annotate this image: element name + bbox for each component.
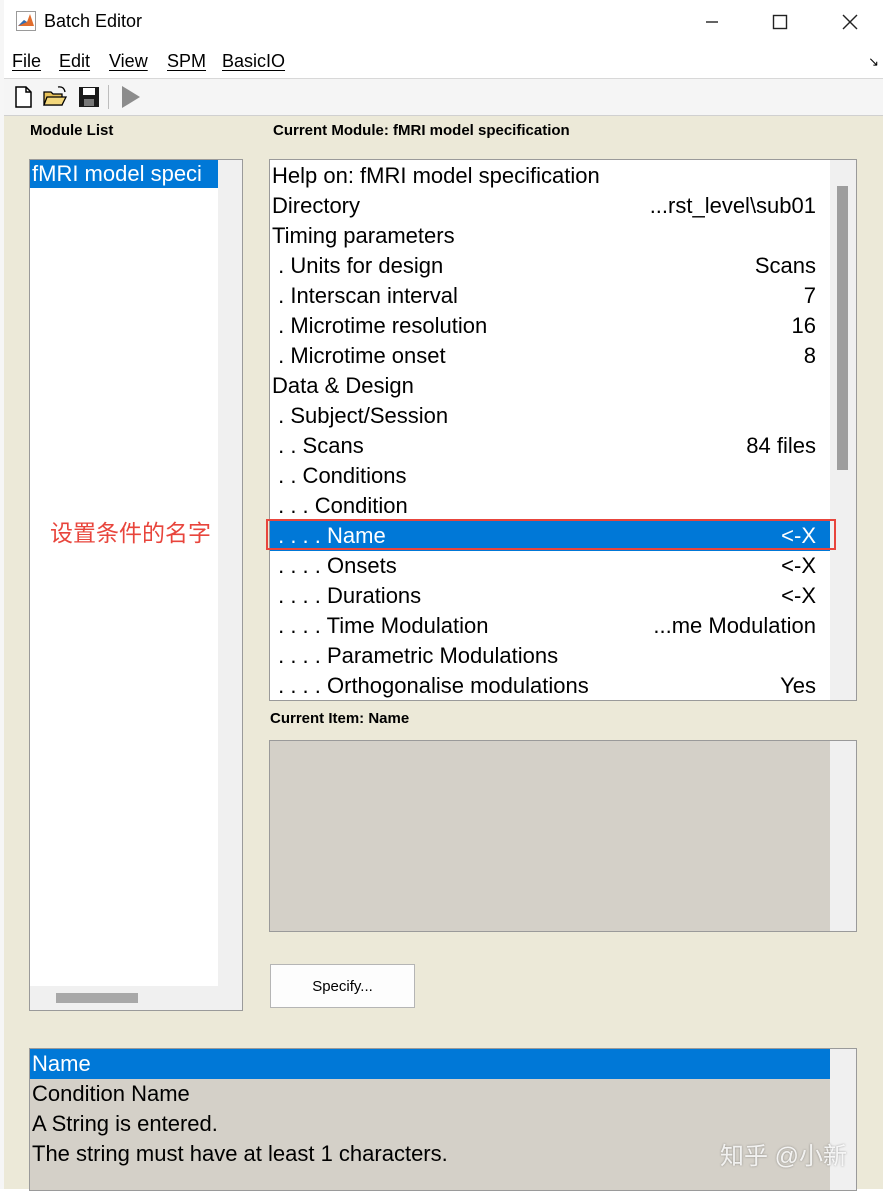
module-list-item[interactable]: fMRI model speci xyxy=(30,160,218,188)
menu-overflow-arrow-icon[interactable]: ↘ xyxy=(868,54,879,70)
minimize-button[interactable] xyxy=(684,4,740,40)
annotation-text: 设置条件的名字 xyxy=(50,520,211,546)
help-line: A String is entered. xyxy=(32,1111,218,1136)
module-list-vscroll[interactable] xyxy=(218,160,242,986)
module-list-hscroll-thumb[interactable] xyxy=(56,993,138,1003)
module-row[interactable]: Help on: fMRI model specification xyxy=(270,161,830,191)
module-row-label: . Interscan interval xyxy=(272,283,458,308)
minimize-icon xyxy=(706,21,718,23)
module-row[interactable]: . . . . Orthogonalise modulations Yes xyxy=(270,671,830,700)
module-row-label: Timing parameters xyxy=(272,223,455,248)
module-row-label: . . Conditions xyxy=(272,463,407,488)
module-row-label: . Microtime onset xyxy=(272,343,446,368)
new-file-icon[interactable] xyxy=(10,84,36,110)
module-row-label: . . . . Time Modulation xyxy=(272,613,489,638)
module-row-label: . . Scans xyxy=(272,433,364,458)
module-list[interactable]: fMRI model speci xyxy=(29,159,243,1011)
module-row[interactable]: . Units for design Scans xyxy=(270,251,830,281)
window-title: Batch Editor xyxy=(44,11,143,31)
current-item-vscroll[interactable] xyxy=(830,741,856,931)
maximize-icon xyxy=(772,14,788,30)
menu-file[interactable]: File xyxy=(12,51,41,72)
module-row-label: . Subject/Session xyxy=(272,403,449,428)
help-line: Condition Name xyxy=(32,1081,190,1106)
module-row[interactable]: . . . . Parametric Modulations xyxy=(270,641,830,671)
module-row[interactable]: Data & Design xyxy=(270,371,830,401)
module-row[interactable]: Timing parameters xyxy=(270,221,830,251)
module-row-label: . . . . Durations xyxy=(272,583,422,608)
menu-view[interactable]: View xyxy=(109,51,148,72)
module-row[interactable]: . . . Condition xyxy=(270,491,830,521)
module-row-value: ...me Modulation xyxy=(653,613,816,638)
module-row[interactable]: Directory ...rst_level\sub01 xyxy=(270,191,830,221)
module-row[interactable]: . . Conditions xyxy=(270,461,830,491)
menu-edit[interactable]: Edit xyxy=(59,51,90,72)
annotation-highlight-box xyxy=(266,519,836,550)
close-button[interactable] xyxy=(822,4,878,40)
run-icon[interactable] xyxy=(117,84,143,110)
module-row[interactable]: . Subject/Session xyxy=(270,401,830,431)
save-icon[interactable] xyxy=(76,84,102,110)
module-row-label: Directory xyxy=(272,193,361,218)
module-row[interactable]: . . . . Onsets <-X xyxy=(270,551,830,581)
menu-bar: File Edit View SPM BasicIO ↘ xyxy=(4,44,883,79)
module-row-label: Help on: fMRI model specification xyxy=(272,163,600,188)
batch-editor-window: Batch Editor File Edit View SPM BasicIO … xyxy=(4,0,883,1189)
module-row[interactable]: . . . . Durations <-X xyxy=(270,581,830,611)
module-row-label: . . . Condition xyxy=(272,493,408,518)
module-row-value: ...rst_level\sub01 xyxy=(649,193,816,218)
close-icon xyxy=(842,14,858,30)
module-row-label: . Units for design xyxy=(272,253,444,278)
module-row-value: 16 xyxy=(791,313,816,338)
menu-basicio[interactable]: BasicIO xyxy=(222,51,285,72)
module-list-label: Module List xyxy=(30,122,114,139)
current-module-label: Current Module: fMRI model specification xyxy=(273,122,570,139)
module-row-value: Yes xyxy=(780,673,816,698)
current-item-label: Current Item: Name xyxy=(270,710,410,727)
module-row[interactable]: . Microtime resolution 16 xyxy=(270,311,830,341)
open-folder-icon[interactable] xyxy=(42,84,68,110)
current-module-list[interactable]: . . . . Orthogonalise modulations Yes . .… xyxy=(269,159,857,701)
module-row[interactable]: . Interscan interval 7 xyxy=(270,281,830,311)
module-row-value: 84 files xyxy=(746,433,816,458)
matlab-app-icon xyxy=(16,11,36,31)
maximize-button[interactable] xyxy=(752,4,808,40)
help-line: Name xyxy=(30,1049,832,1079)
toolbar xyxy=(4,79,883,116)
watermark: 知乎 @小新 xyxy=(720,1143,848,1170)
module-row-label: . . . . Onsets xyxy=(272,553,397,578)
module-row-value: <-X xyxy=(781,583,816,608)
module-row-value: 8 xyxy=(803,343,816,368)
module-row[interactable]: . . Scans 84 files xyxy=(270,431,830,461)
module-row-value: Scans xyxy=(754,253,816,278)
toolbar-separator xyxy=(108,85,109,109)
module-row-value: 7 xyxy=(803,283,816,308)
module-row-label: . . . . Parametric Modulations xyxy=(272,643,559,668)
module-row-value: <-X xyxy=(781,553,816,578)
menu-spm[interactable]: SPM xyxy=(167,51,206,72)
module-row[interactable]: . Microtime onset 8 xyxy=(270,341,830,371)
module-row[interactable]: . . . . Time Modulation ...me Modulation xyxy=(270,611,830,641)
batch-editor-panel: Module List Current Module: fMRI model s… xyxy=(4,116,883,1189)
module-row-label: . . . . Orthogonalise modulations xyxy=(272,673,589,698)
module-row-label: . Microtime resolution xyxy=(272,313,488,338)
current-item-panel xyxy=(269,740,857,932)
title-bar: Batch Editor xyxy=(4,0,883,44)
current-module-vscroll-thumb[interactable] xyxy=(837,186,848,470)
specify-button[interactable]: Specify... xyxy=(270,964,415,1008)
module-row-label: Data & Design xyxy=(272,373,414,398)
help-line: The string must have at least 1 characte… xyxy=(32,1141,448,1166)
